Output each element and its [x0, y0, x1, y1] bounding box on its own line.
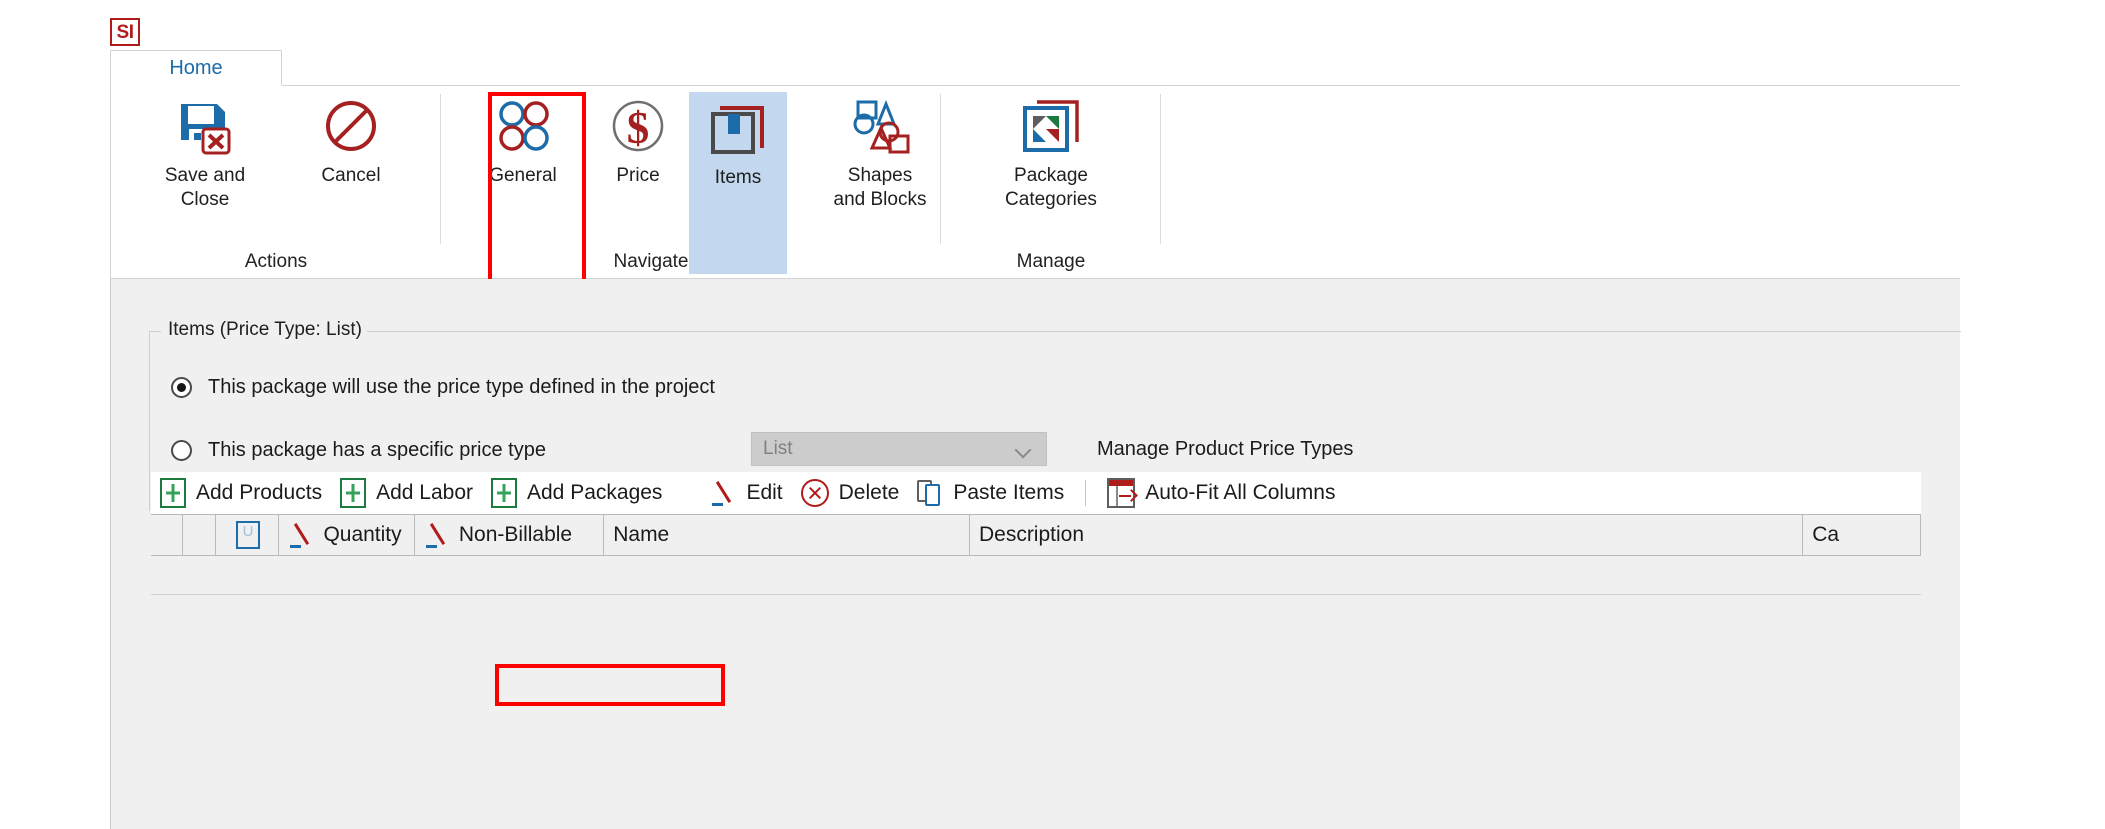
toolbar-add-labor[interactable]: Add Labor	[331, 472, 482, 514]
pencil-icon	[710, 478, 736, 508]
price-type-combobox-value: List	[763, 438, 793, 459]
toolbar-delete-label: Delete	[838, 481, 900, 504]
ribbon-tab-strip: Home	[110, 50, 1960, 86]
grid-column-indicator[interactable]	[183, 515, 216, 555]
radio-label-use-project-price-type: This package will use the price type def…	[208, 376, 715, 398]
ribbon-button-general[interactable]: General	[459, 90, 587, 188]
cancel-icon	[319, 96, 383, 160]
ribbon-group-separator	[1160, 94, 1161, 244]
chevron-down-icon	[1016, 444, 1032, 454]
grid-column-quantity[interactable]: Quantity	[279, 515, 415, 555]
save-and-close-icon	[173, 96, 237, 160]
pencil-icon	[424, 520, 450, 550]
toolbar-add-packages[interactable]: Add Packages	[482, 472, 671, 514]
si-app-logo: SI	[110, 18, 140, 46]
svg-text:$: $	[627, 103, 650, 153]
ribbon-group-manage: Package Categories Manage	[941, 86, 1161, 279]
groupbox-border-segment	[149, 331, 161, 332]
ribbon-group-navigate: General $ Price Items Shapes and Blocks …	[441, 86, 941, 279]
ribbon-button-shapes-and-blocks-label: Shapes and Blocks	[833, 165, 927, 210]
radio-row-specific-price-type[interactable]: This package has a specific price type	[171, 439, 546, 462]
auto-fit-icon	[1107, 478, 1139, 508]
grid-column-description-label: Description	[978, 523, 1085, 546]
grid-column-category-label: Ca	[1812, 523, 1840, 546]
toolbar-separator	[683, 480, 689, 506]
ribbon-group-actions: Save and Close Cancel Actions	[111, 86, 441, 279]
package-categories-icon	[1019, 96, 1083, 160]
ribbon: Save and Close Cancel Actions General $ …	[110, 86, 1960, 279]
grid-column-category[interactable]: Ca	[1803, 515, 1921, 555]
plus-icon	[491, 478, 517, 508]
grid-column-non-billable[interactable]: Non-Billable	[415, 515, 605, 555]
ribbon-button-cancel[interactable]: Cancel	[289, 90, 413, 188]
grid-column-unit[interactable]: U	[216, 515, 280, 555]
radio-row-use-project-price-type[interactable]: This package will use the price type def…	[171, 376, 715, 399]
tab-home[interactable]: Home	[110, 50, 282, 86]
toolbar-auto-fit-all-columns[interactable]: Auto-Fit All Columns	[1098, 472, 1344, 514]
ribbon-button-items-label: Items	[714, 167, 762, 188]
toolbar-paste-items[interactable]: Paste Items	[908, 472, 1073, 514]
grid-column-name-label: Name	[613, 523, 670, 546]
grid-body-empty	[151, 556, 1921, 595]
toolbar-separator	[1085, 480, 1087, 506]
ribbon-button-general-label: General	[489, 165, 557, 186]
grid-header-row: U Quantity Non-Billable Name Description	[151, 514, 1921, 556]
toolbar-edit[interactable]: Edit	[701, 472, 791, 514]
shapes-and-blocks-icon	[848, 96, 912, 160]
radio-specific-price-type[interactable]	[171, 440, 192, 461]
plus-icon	[160, 478, 186, 508]
grid-column-select[interactable]	[151, 515, 184, 555]
grid-column-description[interactable]: Description	[970, 515, 1804, 555]
grid-toolbar: Add Products Add Labor Add Packages Edit…	[151, 472, 1921, 514]
ribbon-group-label-manage: Manage	[1016, 251, 1086, 272]
ribbon-group-label-navigate: Navigate	[613, 251, 689, 272]
pencil-icon	[288, 520, 314, 550]
ribbon-button-price[interactable]: $ Price	[591, 90, 685, 188]
toolbar-edit-label: Edit	[746, 481, 783, 504]
price-dollar-icon: $	[606, 96, 670, 160]
ribbon-button-cancel-label: Cancel	[321, 165, 381, 186]
toolbar-add-labor-label: Add Labor	[376, 481, 473, 504]
items-box-icon	[706, 98, 770, 162]
plus-icon	[340, 478, 367, 508]
grid-column-quantity-label: Quantity	[323, 523, 402, 546]
toolbar-add-products-label: Add Products	[196, 481, 323, 504]
ribbon-button-package-categories-label: Package Categories	[1005, 165, 1097, 210]
general-circles-icon	[491, 96, 555, 160]
ribbon-group-label-actions: Actions	[244, 251, 308, 272]
radio-use-project-price-type[interactable]	[171, 377, 192, 398]
paste-icon	[917, 478, 943, 508]
items-data-grid: U Quantity Non-Billable Name Description	[151, 514, 1921, 595]
u-box-icon: U	[236, 521, 261, 549]
ribbon-button-save-and-close[interactable]: Save and Close	[125, 90, 285, 212]
ribbon-button-package-categories[interactable]: Package Categories	[967, 90, 1135, 212]
toolbar-auto-fit-all-columns-label: Auto-Fit All Columns	[1145, 481, 1336, 504]
toolbar-delete[interactable]: Delete	[792, 472, 909, 514]
groupbox-border-segment	[149, 331, 150, 511]
delete-circle-x-icon	[800, 479, 829, 507]
ribbon-button-save-and-close-label: Save and Close	[164, 165, 246, 210]
package-editor-window: SI Home Save and Close Cancel Actions Ge…	[0, 0, 2105, 829]
ribbon-button-price-label: Price	[616, 165, 660, 186]
groupbox-border-segment	[349, 331, 1961, 332]
toolbar-add-products[interactable]: Add Products	[151, 472, 331, 514]
radio-label-specific-price-type: This package has a specific price type	[208, 439, 546, 461]
price-type-combobox[interactable]: List	[751, 432, 1047, 466]
ribbon-button-items[interactable]: Items	[689, 92, 787, 274]
grid-column-non-billable-label: Non-Billable	[458, 523, 573, 546]
items-content-panel: Items (Price Type: List) This package wi…	[110, 279, 1961, 829]
toolbar-paste-items-label: Paste Items	[953, 481, 1065, 504]
items-groupbox-title: Items (Price Type: List)	[163, 319, 367, 341]
grid-column-name[interactable]: Name	[604, 515, 970, 555]
toolbar-add-packages-label: Add Packages	[527, 481, 663, 504]
manage-product-price-types-link[interactable]: Manage Product Price Types	[1097, 438, 1353, 461]
